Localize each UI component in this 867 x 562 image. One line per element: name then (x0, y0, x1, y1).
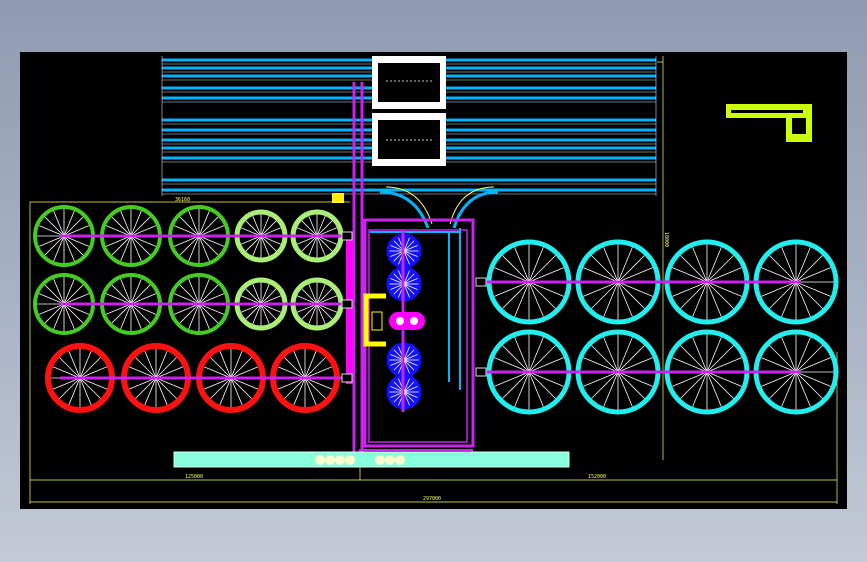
dim-top-left: 36160 (175, 197, 190, 203)
magenta-capsule (389, 312, 425, 330)
base-strip (173, 451, 570, 468)
legend-symbol (726, 104, 812, 142)
dim-bottom-left: 125000 (185, 474, 203, 480)
marker-yellow (332, 193, 344, 203)
dim-overall: 297000 (423, 496, 441, 502)
cad-viewport[interactable]: 36160 18000 125000 152000 297000 (20, 52, 847, 509)
dim-bottom-right: 152000 (588, 474, 606, 480)
right-tank-group (486, 239, 839, 415)
dim-right-vertical: 18000 (663, 232, 669, 247)
plant-layout-drawing: 36160 18000 125000 152000 297000 (29, 56, 839, 504)
